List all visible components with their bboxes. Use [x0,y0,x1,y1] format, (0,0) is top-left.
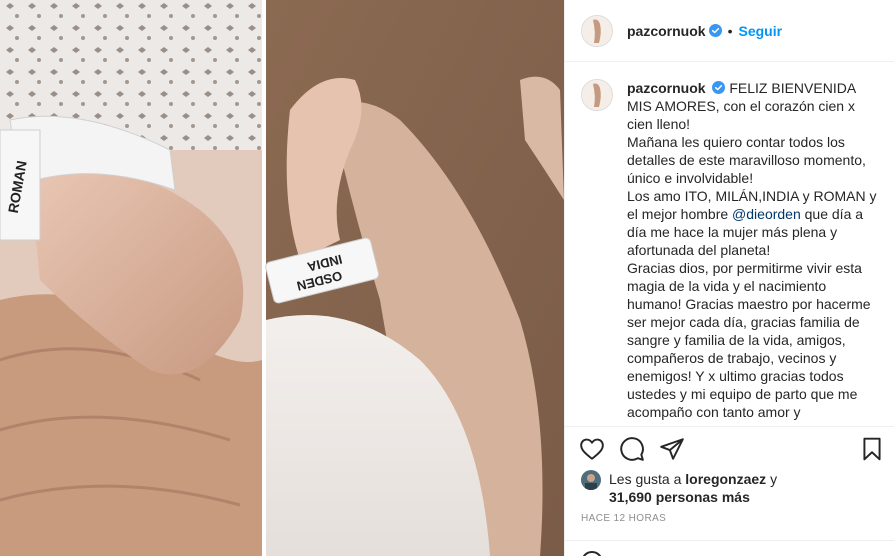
caption-line-2: Mañana les quiero contar todos los detal… [627,134,866,186]
post-timestamp[interactable]: HACE 12 HORAS [581,513,666,524]
caption-row: pazcornuok FELIZ BIENVENIDA MIS AMORES, … [581,79,894,421]
post-image: ROMAN INDIA OSDEN [0,0,564,556]
post-header: pazcornuok • Seguir [565,0,894,62]
author-avatar[interactable] [581,14,613,47]
post-caption: pazcornuok FELIZ BIENVENIDA MIS AMORES, … [627,79,881,421]
action-bar [565,426,894,470]
verified-badge-icon [708,24,722,37]
caption-verified-badge-icon [712,81,726,94]
author-username[interactable]: pazcornuok [627,23,706,39]
caption-line-3: Los amo ITO, MILÁN,INDIA y ROMAN y el me… [627,187,881,259]
likes-text: Les gusta a loregonzaez y 31,690 persona… [609,470,809,506]
bookmark-icon[interactable] [859,436,885,462]
liker-username[interactable]: loregonzaez [685,471,766,487]
comment-icon[interactable] [619,436,645,462]
follow-button[interactable]: Seguir [738,23,782,39]
comments-section[interactable]: pazcornuok FELIZ BIENVENIDA MIS AMORES, … [565,63,894,425]
heart-icon[interactable] [579,436,605,462]
likes-summary: Les gusta a loregonzaez y 31,690 persona… [581,470,881,506]
likes-count[interactable]: 31,690 personas más [609,489,750,505]
caption-username[interactable]: pazcornuok [627,80,706,96]
caption-author-avatar[interactable] [581,79,613,111]
add-comment-bar [565,540,894,556]
likes-middle: y [766,471,778,487]
paper-plane-icon[interactable] [659,436,685,462]
separator-dot: • [727,22,733,39]
liker-avatar[interactable] [581,470,601,490]
mention-link[interactable]: @dieorden [732,206,801,222]
post-side-panel: pazcornuok • Seguir pazcornuok FELIZ BIE… [564,0,894,556]
caption-line-4: Gracias dios, por permitirme vivir esta … [627,260,871,420]
post-photo[interactable]: ROMAN INDIA OSDEN [0,0,564,556]
emoji-icon[interactable] [581,551,603,556]
likes-prefix: Les gusta a [609,471,686,487]
